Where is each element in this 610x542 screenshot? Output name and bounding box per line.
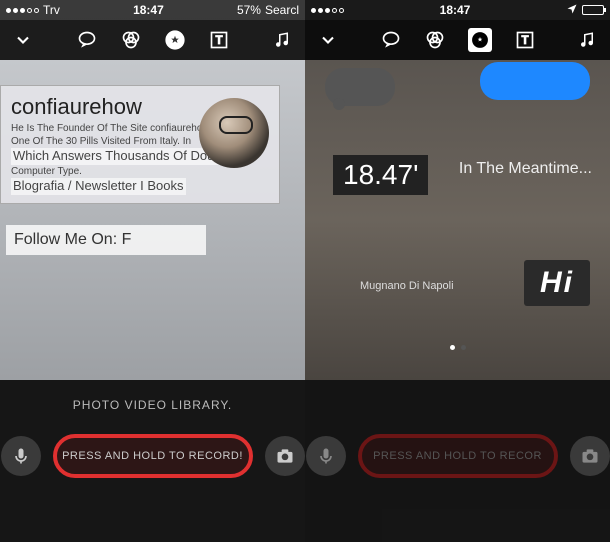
chevron-down-icon[interactable] <box>12 29 34 51</box>
chevron-down-icon[interactable] <box>317 29 339 51</box>
music-icon[interactable] <box>271 29 293 51</box>
card-line-5: Blografia / Newsletter I Books <box>11 178 186 195</box>
message-bubble-blue <box>480 62 590 100</box>
carrier-label: Trv <box>43 3 60 17</box>
card-line-3: Which Answers Thousands Of Doubts <box>11 148 234 165</box>
page-indicator <box>450 345 466 350</box>
chat-icon[interactable] <box>76 29 98 51</box>
battery-icon <box>582 5 604 15</box>
svg-text:T: T <box>521 34 528 47</box>
record-label: PRESS AND HOLD TO RECOR <box>373 450 542 462</box>
top-toolbar: T <box>0 20 305 60</box>
status-time: 18:47 <box>440 3 471 17</box>
battery-percent: 57% <box>237 3 261 17</box>
camera-button[interactable] <box>265 436 305 476</box>
avatar <box>199 98 269 168</box>
music-icon[interactable] <box>576 29 598 51</box>
status-bar: Trv 18:47 57% Searcl <box>0 0 305 20</box>
status-time: 18:47 <box>133 3 164 17</box>
mic-button[interactable] <box>1 436 41 476</box>
message-bubble-gray <box>325 68 395 106</box>
camera-button[interactable] <box>570 436 610 476</box>
follow-box: Follow Me On: F <box>6 225 206 255</box>
blur-viewport: 18.47' In The Meantime... Mugnano Di Nap… <box>305 60 610 380</box>
signal-dots <box>311 8 344 13</box>
text-icon[interactable]: T <box>514 29 536 51</box>
hi-sticker[interactable]: Hi <box>524 260 590 306</box>
library-label[interactable]: PHOTO VIDEO LIBRARY. <box>73 398 232 412</box>
mic-button[interactable] <box>306 436 346 476</box>
filter-icon[interactable] <box>120 29 142 51</box>
screen-left: Trv 18:47 57% Searcl T <box>0 0 305 542</box>
profile-card: confiaurehow He Is The Founder Of The Si… <box>0 85 280 204</box>
time-overlay[interactable]: 18.47' <box>333 155 428 195</box>
signal-dots <box>6 8 39 13</box>
location-label: Mugnano Di Napoli <box>360 280 454 292</box>
screen-right: 18:47 T <box>305 0 610 542</box>
status-bar: 18:47 <box>305 0 610 20</box>
svg-text:T: T <box>215 34 222 47</box>
record-button[interactable]: PRESS AND HOLD TO RECORD! <box>53 434 253 478</box>
meantime-text: In The Meantime... <box>459 160 592 178</box>
bottom-controls: PRESS AND HOLD TO RECOR <box>305 380 610 542</box>
search-text: Searcl <box>265 3 299 17</box>
record-label: PRESS AND HOLD TO RECORD! <box>62 450 243 462</box>
text-icon[interactable]: T <box>208 29 230 51</box>
star-icon-active[interactable] <box>468 28 492 52</box>
star-icon[interactable] <box>164 29 186 51</box>
location-arrow-icon <box>566 3 578 18</box>
filter-icon[interactable] <box>424 29 446 51</box>
chat-icon[interactable] <box>380 29 402 51</box>
bottom-controls: PHOTO VIDEO LIBRARY. PRESS AND HOLD TO R… <box>0 380 305 542</box>
camera-viewport: confiaurehow He Is The Founder Of The Si… <box>0 60 305 380</box>
record-button[interactable]: PRESS AND HOLD TO RECOR <box>358 434 558 478</box>
top-toolbar: T <box>305 20 610 60</box>
